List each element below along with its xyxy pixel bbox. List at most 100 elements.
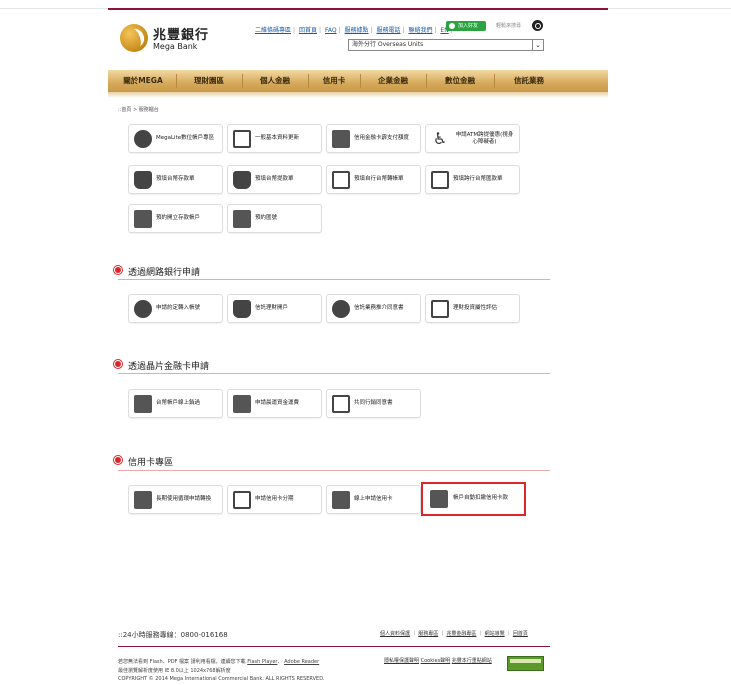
- trust-account-icon: [233, 300, 251, 318]
- joint-marketing-icon: [332, 395, 350, 413]
- overseas-select-value: 海外分行 Overseas Units: [352, 41, 424, 48]
- tile-label: 預約匯號: [255, 215, 278, 221]
- tile-label: 申請信用卡分期: [255, 496, 294, 502]
- nav-trust-business[interactable]: 信託業務: [496, 70, 562, 92]
- tile-label: 預填台幣提款單: [255, 176, 294, 182]
- tile-deposit-slip[interactable]: 預填台幣存款單: [128, 165, 223, 194]
- nav-wealth[interactable]: 理財園區: [178, 70, 240, 92]
- tile-revolving-credit[interactable]: 長期使用循環申請轉換: [128, 485, 223, 514]
- key-sites-link[interactable]: 兆豐本行重點網站: [452, 658, 492, 664]
- tile-label: 預填跨行台幣匯款單: [453, 176, 503, 182]
- tile-label: 預填自行台幣轉帳單: [354, 176, 404, 182]
- nav-corporate-banking[interactable]: 企業金融: [362, 70, 424, 92]
- footer-link-home[interactable]: 回首頁: [513, 631, 528, 637]
- footer-resolution-note: 最佳瀏覽解析度使用 IE 8.0以上 1024x768解析度: [118, 668, 231, 674]
- logo-mark-icon: [120, 24, 148, 52]
- top-link-qrcode[interactable]: 二維條碼專區: [255, 27, 291, 34]
- open-account-icon: [134, 210, 152, 228]
- page-container: 兆豐銀行 Mega Bank 二維條碼專區 | 回首頁 | FAQ | 服務據點 | 服…: [108, 8, 608, 685]
- section-title-credit-card: 信用卡專區: [114, 455, 173, 468]
- tile-trust-consent[interactable]: 信託業務推介同意書: [326, 294, 421, 323]
- tile-trust-account[interactable]: 信託理財開戶: [227, 294, 322, 323]
- footer-link-sitemap[interactable]: 網站導覽: [485, 631, 505, 637]
- tile-label: 長期使用循環申請轉換: [156, 496, 212, 502]
- tile-investment-assessment[interactable]: 理財投資屬性評估: [425, 294, 520, 323]
- main-nav-bar: 關於MEGA 理財園區 個人金融 信用卡 企業金融 數位金融 信託業務: [108, 70, 608, 98]
- tile-fund-service[interactable]: 申請晨運資金運費: [227, 389, 322, 418]
- footer-link-privacy[interactable]: 個人資料保護: [380, 631, 410, 637]
- tile-transfer-slip[interactable]: 預填自行台幣轉帳單: [326, 165, 421, 194]
- designated-account-icon: [134, 300, 152, 318]
- tile-open-account[interactable]: 預約開立存款帳戶: [128, 204, 223, 233]
- tile-label: 共同行銷同意書: [354, 400, 393, 406]
- tile-online-cancel[interactable]: 台幣帳戶線上銷過: [128, 389, 223, 418]
- tile-reservation[interactable]: 預約匯號: [227, 204, 322, 233]
- cookies-policy-link[interactable]: Cookies聲明: [421, 658, 451, 664]
- withdrawal-slip-icon: [233, 171, 251, 189]
- tile-apply-card[interactable]: 線上申請信用卡: [326, 485, 421, 514]
- adobe-reader-link[interactable]: Adobe Reader: [284, 659, 319, 665]
- section-title-online-banking: 透過網路銀行申請: [114, 265, 200, 278]
- top-link-phone[interactable]: 服務電話: [376, 27, 400, 34]
- top-link-contact[interactable]: 聯絡我們: [408, 27, 432, 34]
- tile-label: 申請約定轉入帳號: [156, 305, 201, 311]
- flash-player-link[interactable]: Flash Player: [247, 659, 277, 665]
- tile-joint-marketing[interactable]: 共同行銷同意書: [326, 389, 421, 418]
- top-link-home[interactable]: 回首頁: [299, 27, 317, 34]
- tile-label: 信託理財開戶: [255, 305, 289, 311]
- tile-label: 預填台幣存款單: [156, 176, 195, 182]
- accessibility-icon: ♿: [432, 129, 448, 148]
- tile-label: 信用金融卡霹支付額度: [354, 135, 410, 141]
- line-add-friend-button[interactable]: 加入好友: [446, 21, 486, 31]
- tile-label: 申請晨運資金運費: [255, 400, 300, 406]
- tile-label: 理財投資屬性評估: [453, 305, 498, 311]
- tile-atm-accessibility[interactable]: ♿ 申請ATM跨提優惠(視身心障礙者): [425, 124, 520, 153]
- footer-policy-links: 隱私權保護聲明 Cookies聲明 兆豐本行重點網站: [384, 657, 492, 664]
- nav-credit-card[interactable]: 信用卡: [310, 70, 358, 92]
- tile-remittance-slip[interactable]: 預填跨行台幣匯款單: [425, 165, 520, 194]
- accessibility-badge-icon[interactable]: [507, 656, 544, 671]
- nav-personal-banking[interactable]: 個人金融: [244, 70, 306, 92]
- footer-copyright: COPYRIGHT © 2014 Mega International Comm…: [118, 676, 325, 682]
- search-icon[interactable]: [532, 20, 543, 31]
- tile-label: MegaLite數位帳戶專區: [156, 135, 215, 141]
- profile-update-icon: [233, 130, 251, 148]
- overseas-units-select[interactable]: 海外分行 Overseas Units ⌄: [348, 39, 544, 51]
- privacy-policy-link[interactable]: 隱私權保護聲明: [384, 658, 419, 664]
- tile-profile-update[interactable]: 一般基本資料更新: [227, 124, 322, 153]
- section-title-chip-card: 透過晶片金融卡申請: [114, 359, 209, 372]
- nav-divider: [494, 74, 495, 88]
- footer-link-services[interactable]: 服務專區: [418, 631, 438, 637]
- mega-bank-logo[interactable]: 兆豐銀行 Mega Bank: [120, 24, 208, 58]
- tile-withdrawal-slip[interactable]: 預填台幣提款單: [227, 165, 322, 194]
- remittance-slip-icon: [431, 171, 449, 189]
- top-link-faq[interactable]: FAQ: [325, 27, 337, 34]
- search-input[interactable]: 輕鬆來搜尋: [494, 21, 532, 31]
- footer-link-mega-finance[interactable]: 兆豐金融專區: [446, 631, 476, 637]
- mega-lite-icon: [134, 130, 152, 148]
- deposit-slip-icon: [134, 171, 152, 189]
- revolving-credit-icon: [134, 491, 152, 509]
- tile-designated-account[interactable]: 申請約定轉入帳號: [128, 294, 223, 323]
- nav-divider: [242, 74, 243, 88]
- nav-divider: [360, 74, 361, 88]
- reservation-icon: [233, 210, 251, 228]
- tile-auto-debit-highlighted[interactable]: 帳戶自動扣繳信用卡款: [421, 482, 526, 516]
- section-divider: [118, 470, 550, 471]
- footer-plugin-notice: 若您無法看到 Flash、PDF 檔案 請利用看檔，連續您下載 Flash Pl…: [118, 659, 320, 665]
- debit-card-limit-icon: [332, 130, 350, 148]
- breadcrumb: ::首頁 > 服務櫃台: [118, 107, 159, 113]
- nav-digital-banking[interactable]: 數位金融: [428, 70, 492, 92]
- nav-divider: [308, 74, 309, 88]
- tile-megalite[interactable]: MegaLite數位帳戶專區: [128, 124, 223, 153]
- footer-links: 個人資料保護 ｜ 服務專區 ｜ 兆豐金融專區 ｜ 網站導覽 ｜ 回首頁: [380, 631, 528, 637]
- tile-label: 線上申請信用卡: [354, 496, 393, 502]
- top-link-branches[interactable]: 服務據點: [345, 27, 369, 34]
- top-links: 二維條碼專區| 回首頁| FAQ| 服務據點| 服務電話| 聯絡我們| EN|: [255, 27, 453, 34]
- section-divider: [118, 279, 550, 280]
- tile-debit-card-limit[interactable]: 信用金融卡霹支付額度: [326, 124, 421, 153]
- chevron-down-icon: ⌄: [532, 40, 543, 50]
- nav-about-mega[interactable]: 關於MEGA: [112, 70, 174, 92]
- installment-icon: [233, 491, 251, 509]
- tile-installment[interactable]: 申請信用卡分期: [227, 485, 322, 514]
